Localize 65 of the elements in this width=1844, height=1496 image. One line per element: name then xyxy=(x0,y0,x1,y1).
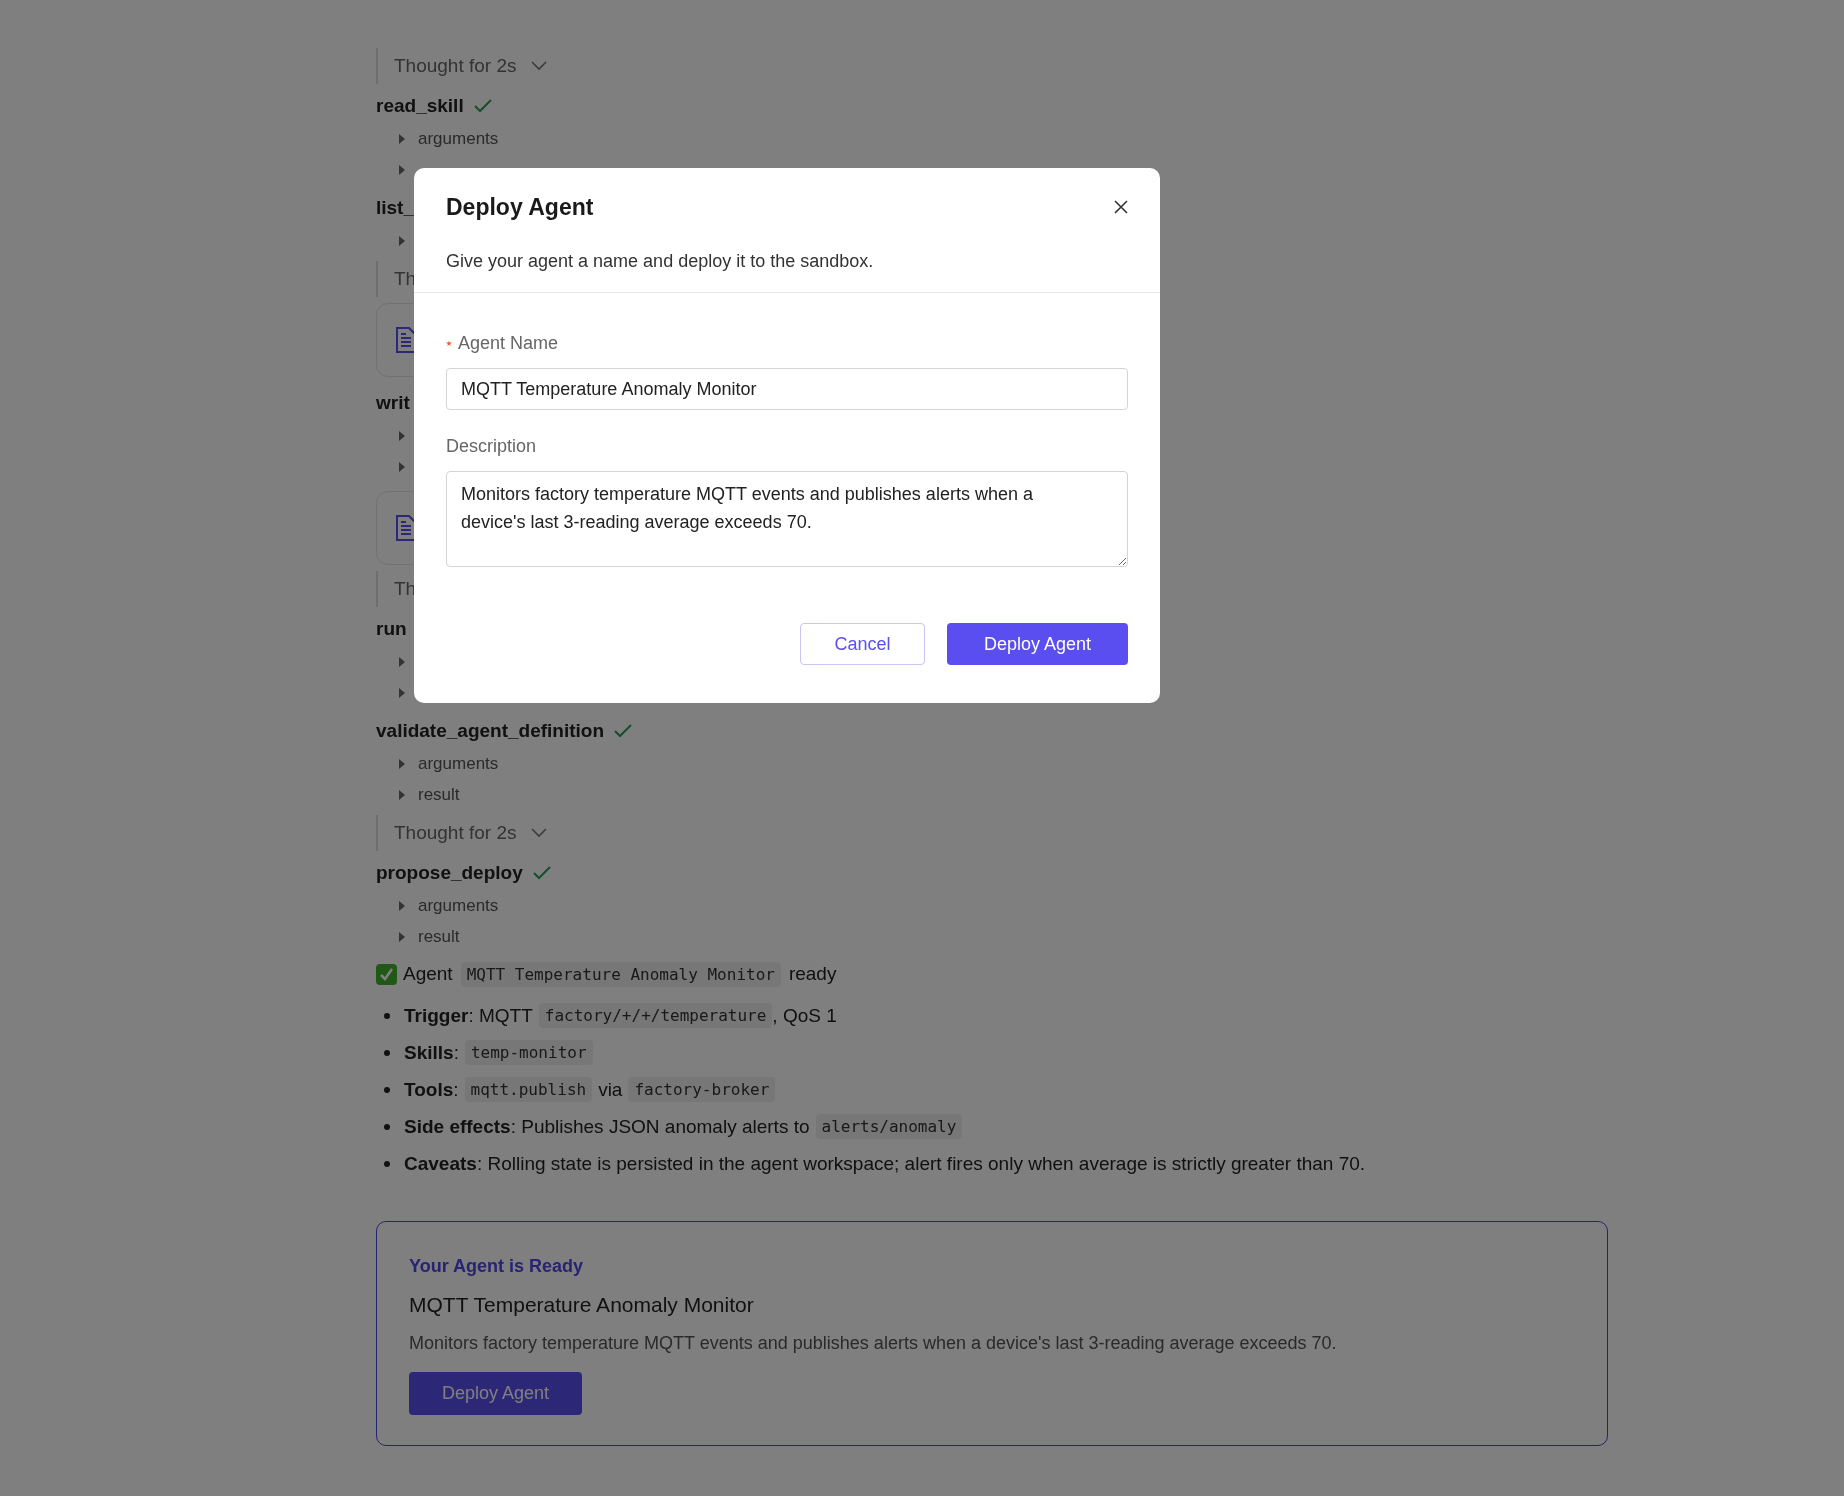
bullet-dot xyxy=(384,1049,390,1056)
bullet-label: Tools xyxy=(404,1078,454,1101)
section-toggle[interactable]: result xyxy=(418,926,460,947)
tool-name: writ xyxy=(376,392,410,414)
bullet-text: : MQTT xyxy=(468,1004,533,1027)
section-toggle[interactable]: arguments xyxy=(418,895,499,916)
caret-right-icon[interactable] xyxy=(398,686,406,699)
bullet-label: Skills xyxy=(404,1041,454,1064)
status-text: ready xyxy=(788,963,837,985)
section-toggle[interactable]: arguments xyxy=(418,753,499,774)
cancel-button[interactable]: Cancel xyxy=(800,623,925,665)
description-field[interactable]: Monitors factory temperature MQTT events and publishes alerts when a device's last 3-reading average exceeds 70. xyxy=(446,471,1128,567)
dialog-subtitle: Give your agent a name and deploy it to the sandbox. xyxy=(446,251,875,272)
inline-code: temp-monitor xyxy=(464,1040,593,1065)
card-description: Monitors factory temperature MQTT events and publishes alerts when a device's last 3-reading average exceeds 70. xyxy=(409,1333,1338,1354)
bullet-label: Trigger xyxy=(404,1004,469,1027)
inline-code: MQTT Temperature Anomaly Monitor xyxy=(460,961,781,987)
card-title: MQTT Temperature Anomaly Monitor xyxy=(409,1293,755,1317)
bullet-dot xyxy=(384,1086,390,1093)
document-icon xyxy=(395,327,417,353)
thought-toggle[interactable]: Thought for 2s xyxy=(394,55,517,77)
field-label: Description xyxy=(446,436,537,457)
caret-right-icon[interactable] xyxy=(398,930,406,943)
inline-code: mqtt.publish xyxy=(464,1077,593,1102)
caret-right-icon[interactable] xyxy=(398,788,406,801)
document-icon xyxy=(395,515,417,541)
bullet-text: , QoS 1 xyxy=(772,1004,837,1027)
bullet-dot xyxy=(384,1012,390,1019)
name-field[interactable]: MQTT Temperature Anomaly Monitor xyxy=(446,368,1128,410)
deploy-button[interactable]: Deploy Agent xyxy=(409,1372,583,1415)
field-label: Agent Name xyxy=(458,333,559,354)
caret-right-icon[interactable] xyxy=(398,429,406,442)
tool-name: read_skill xyxy=(376,95,464,117)
tool-name: propose_deploy xyxy=(376,862,523,884)
bullet-dot xyxy=(384,1123,390,1130)
tool-name: list_ xyxy=(376,197,415,219)
bullet-text: : Publishes JSON anomaly alerts to xyxy=(510,1115,810,1138)
card-kicker: Your Agent is Ready xyxy=(409,1256,585,1277)
deploy-button[interactable]: Deploy Agent xyxy=(947,623,1128,665)
bullet-text: via xyxy=(598,1078,623,1101)
tool-name: run xyxy=(376,618,407,640)
caret-right-icon[interactable] xyxy=(398,899,406,912)
bullet-text: : xyxy=(453,1078,459,1101)
thought-toggle[interactable]: Thought for 2s xyxy=(394,822,517,844)
inline-code: alerts/anomaly xyxy=(815,1114,963,1139)
bullet-label: Caveats xyxy=(404,1152,477,1175)
caret-right-icon[interactable] xyxy=(398,655,406,668)
caret-right-icon[interactable] xyxy=(398,757,406,770)
section-toggle[interactable]: result xyxy=(418,784,460,805)
caret-right-icon[interactable] xyxy=(398,234,406,247)
bullet-text: : xyxy=(453,1041,459,1064)
inline-code: factory-broker xyxy=(628,1077,776,1102)
checkbox-icon xyxy=(376,963,397,985)
tool-name: validate_agent_definition xyxy=(376,720,605,742)
bullet-label: Side effects xyxy=(404,1115,511,1138)
inline-code: factory/+/+/temperature xyxy=(538,1003,773,1028)
dialog-title: Deploy Agent xyxy=(446,194,594,221)
caret-right-icon[interactable] xyxy=(398,163,406,176)
caret-right-icon[interactable] xyxy=(398,460,406,473)
bullet-text: : Rolling state is persisted in the agent workspace; alert fires only when average is strictly greater than 70. xyxy=(476,1152,1366,1175)
status-text: Agent xyxy=(403,963,453,985)
section-toggle[interactable]: arguments xyxy=(418,128,499,149)
close-icon[interactable] xyxy=(1114,200,1128,214)
bullet-dot xyxy=(384,1160,390,1167)
caret-right-icon[interactable] xyxy=(398,132,406,145)
